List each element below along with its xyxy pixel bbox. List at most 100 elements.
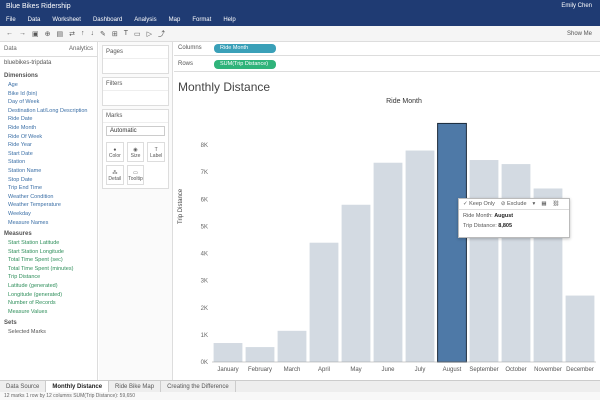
bar[interactable] [277,330,307,362]
menu-format[interactable]: Format [192,17,211,23]
detail-label: Detail [108,176,122,182]
menu-help[interactable]: Help [223,17,235,23]
measure-field[interactable]: Trip Distance [0,273,97,282]
dimension-field[interactable]: Ride Year [0,141,97,150]
columns-pill[interactable]: Ride Month [214,44,276,53]
y-tick-label: 5K [201,224,208,230]
view-data-icon[interactable]: ▦ [541,201,546,207]
dimension-field[interactable]: Weather Condition [0,193,97,202]
group-icon[interactable]: ⊞ [112,30,118,38]
sheet-tab[interactable]: Data Source [0,380,47,393]
dimension-field[interactable]: Bike Id (bin) [0,90,97,99]
bar[interactable] [405,150,435,362]
data-pane: Data Analytics bluebikes-tripdata Dimens… [0,42,98,380]
group-members-icon[interactable]: ▾ [533,201,536,207]
save-icon[interactable]: ▣ [32,30,39,38]
dimension-field[interactable]: Station [0,158,97,167]
exclude-label: Exclude [506,201,527,207]
forward-icon[interactable]: → [19,30,26,37]
pages-card[interactable]: Pages [102,45,169,74]
measure-field[interactable]: Start Station Latitude [0,239,97,248]
y-tick-label: 8K [201,143,208,149]
measure-field[interactable]: Latitude (generated) [0,282,97,291]
tab-data[interactable]: Data [4,46,17,52]
tooltip-distance-value: 8,805 [498,223,513,229]
rows-label: Rows [178,61,194,67]
sort-desc-icon[interactable]: ↓ [91,30,95,37]
pages-label: Pages [103,46,168,59]
user-name[interactable]: Emily Chen [561,3,592,9]
measure-field[interactable]: Total Time Spent (sec) [0,256,97,265]
columns-shelf[interactable]: Columns Ride Month [174,42,600,56]
label-button[interactable]: T Label [147,142,165,162]
menu-file[interactable]: File [6,17,16,23]
bar[interactable] [565,295,595,362]
dimension-field[interactable]: Measure Names [0,219,97,228]
dimension-field[interactable]: Ride Of Week [0,133,97,142]
swap-icon[interactable]: ⇄ [69,30,75,38]
tab-analytics[interactable]: Analytics [69,46,93,52]
dimension-field[interactable]: Start Date [0,150,97,159]
bar[interactable] [245,347,275,362]
highlight-icon[interactable]: ✎ [100,30,106,38]
back-icon[interactable]: ← [6,30,13,37]
menu-dashboard[interactable]: Dashboard [93,17,122,23]
rows-pill[interactable]: SUM(Trip Distance) [214,60,276,69]
bar[interactable] [501,164,531,362]
dimension-field[interactable]: Weather Temperature [0,201,97,210]
measure-field[interactable]: Start Station Longitude [0,248,97,257]
dimension-field[interactable]: Ride Date [0,115,97,124]
dimension-field[interactable]: Destination Lat/Long Description [0,107,97,116]
set-item[interactable]: Selected Marks [0,328,97,337]
measure-field[interactable]: Longitude (generated) [0,291,97,300]
bar[interactable] [213,343,243,362]
menu-data[interactable]: Data [28,17,41,23]
bar[interactable] [373,162,403,362]
detail-button[interactable]: ⁂ Detail [106,165,124,185]
dimensions-header: Dimensions [4,73,39,79]
bar[interactable] [309,242,339,362]
tooltip-label: Tooltip [128,176,143,182]
y-tick-label: 2K [201,306,208,312]
rows-shelf[interactable]: Rows SUM(Trip Distance) [174,58,600,72]
dimension-field[interactable]: Station Name [0,167,97,176]
show-me-button[interactable]: Show Me [567,31,592,37]
label-icon[interactable]: T [124,30,128,37]
sheet-tab[interactable]: Ride Bike Map [109,380,162,393]
share-icon[interactable]: ⤴ [158,29,165,39]
menu-analysis[interactable]: Analysis [134,17,156,23]
sheet-tab[interactable]: Creating the Difference [161,380,236,393]
tooltip-button[interactable]: ▭ Tooltip [126,165,145,185]
x-tick-label: November [534,367,562,373]
dimensions-list: Age Bike Id (bin) Day of Week Destination L… [0,81,97,227]
sort-asc-icon[interactable]: ↑ [81,30,85,37]
filters-card[interactable]: Filters [102,77,169,106]
datasource-name[interactable]: bluebikes-tripdata [0,57,97,69]
dimension-field[interactable]: Age [0,81,97,90]
dimension-field[interactable]: Stop Date [0,176,97,185]
fit-icon[interactable]: ▭ [134,30,141,38]
bar[interactable] [437,122,467,363]
measure-field[interactable]: Total Time Spent (minutes) [0,265,97,274]
link-icon[interactable]: ⛓ [553,201,560,207]
dimension-field[interactable]: Ride Month [0,124,97,133]
presentation-icon[interactable]: ▷ [147,30,152,38]
sheet-tab[interactable]: Monthly Distance [46,380,110,393]
menu-bar: File Data Worksheet Dashboard Analysis M… [0,14,600,26]
dimension-field[interactable]: Trip End Time [0,184,97,193]
bar[interactable] [341,204,371,362]
measure-field[interactable]: Measure Values [0,308,97,317]
dimension-field[interactable]: Weekday [0,210,97,219]
bar[interactable] [469,160,499,362]
mark-type-select[interactable]: Automatic [106,126,165,136]
keep-only-button[interactable]: ✓ Keep Only [463,201,495,207]
new-datasource-icon[interactable]: ⊕ [45,30,51,38]
measure-field[interactable]: Number of Records [0,299,97,308]
exclude-button[interactable]: ⊘ Exclude [501,201,527,207]
dimension-field[interactable]: Day of Week [0,98,97,107]
menu-worksheet[interactable]: Worksheet [52,17,81,23]
size-button[interactable]: ◉ Size [126,142,145,162]
menu-map[interactable]: Map [169,17,181,23]
color-button[interactable]: ● Color [106,142,124,162]
new-sheet-icon[interactable]: ▤ [57,30,64,38]
